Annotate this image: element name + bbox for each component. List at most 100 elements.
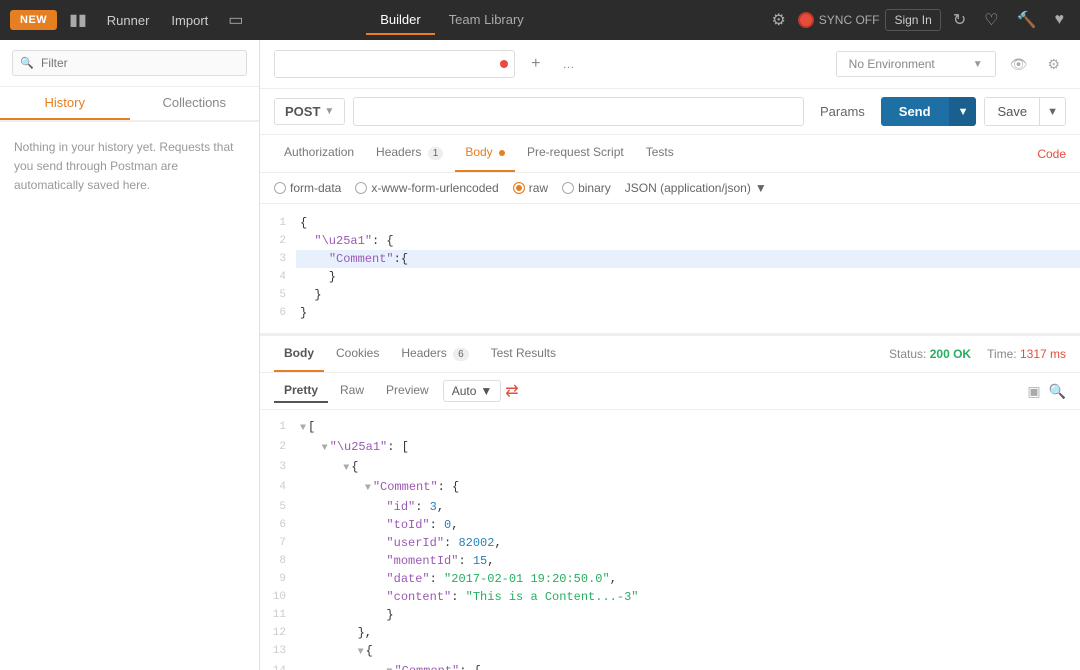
- resp-tab-cookies[interactable]: Cookies: [326, 336, 389, 372]
- code-line-2: 2 "\u25a1": {: [260, 232, 1080, 250]
- resp-tab-headers[interactable]: Headers 6: [391, 336, 478, 372]
- sidebar-empty-message: Nothing in your history yet. Requests th…: [14, 138, 245, 196]
- code-line-1: 1 {: [260, 214, 1080, 232]
- raw-option[interactable]: raw: [513, 181, 548, 195]
- body-dot: [499, 150, 505, 156]
- settings-icon-btn[interactable]: ⚙: [765, 6, 791, 34]
- binary-radio[interactable]: [562, 182, 574, 194]
- new-button[interactable]: NEW: [10, 10, 57, 30]
- json-type-selector[interactable]: JSON (application/json) ▼: [625, 181, 767, 195]
- env-gear-button[interactable]: ⚙: [1041, 52, 1066, 77]
- fmt-tab-raw[interactable]: Raw: [330, 379, 374, 403]
- save-button[interactable]: Save: [985, 98, 1039, 125]
- toolbar: NEW ▮▮ Runner Import ▭ Builder Team Libr…: [0, 0, 1080, 40]
- params-button[interactable]: Params: [812, 99, 873, 124]
- refresh-icon-btn[interactable]: ↻: [947, 6, 972, 34]
- right-toolbar: ⚙ SYNC OFF Sign In ↻ ♡ 🔨 ♥: [765, 6, 1070, 34]
- status-info: Status: 200 OK Time: 1317 ms: [889, 347, 1066, 361]
- status-value: 200 OK: [930, 347, 971, 361]
- url-bar: http://localhost:808 + … No Environment …: [260, 40, 1080, 89]
- wrench-icon-btn[interactable]: 🔨: [1011, 6, 1043, 34]
- env-label: No Environment: [849, 57, 935, 71]
- method-label: POST: [285, 104, 320, 119]
- fmt-tab-pretty[interactable]: Pretty: [274, 379, 328, 403]
- add-tab-button[interactable]: +: [523, 51, 548, 77]
- resp-line-8: 8 "momentId": 15,: [260, 552, 1080, 570]
- sync-dot: [798, 12, 814, 28]
- wrap-icon[interactable]: ⇄: [505, 381, 518, 401]
- status-label: Status: 200 OK: [889, 347, 971, 361]
- urlencoded-option[interactable]: x-www-form-urlencoded: [355, 181, 498, 195]
- resp-line-14: 14 ▼"Comment": {: [260, 662, 1080, 670]
- sync-btn[interactable]: SYNC OFF: [798, 12, 880, 28]
- body-options: form-data x-www-form-urlencoded raw bina…: [260, 173, 1080, 204]
- center-tabs: Builder Team Library: [366, 6, 538, 35]
- resp-line-4: 4 ▼"Comment": {: [260, 478, 1080, 498]
- resp-line-1: 1 ▼[: [260, 418, 1080, 438]
- resp-line-10: 10 "content": "This is a Content...-3": [260, 588, 1080, 606]
- builder-tab[interactable]: Builder: [366, 6, 434, 35]
- main-layout: 🔍 History Collections Nothing in your hi…: [0, 40, 1080, 670]
- code-line-3: 3 "Comment":{: [260, 250, 1080, 268]
- request-tabs: Authorization Headers 1 Body Pre-request…: [260, 135, 1080, 173]
- copy-icon[interactable]: ▣: [1027, 383, 1040, 400]
- right-panel: http://localhost:808 + … No Environment …: [260, 40, 1080, 670]
- resp-line-13: 13 ▼{: [260, 642, 1080, 662]
- request-url-row: POST ▼ http://localhost:8080/get Params …: [260, 89, 1080, 135]
- resp-line-5: 5 "id": 3,: [260, 498, 1080, 516]
- env-chevron-icon: ▼: [973, 59, 983, 70]
- code-editor[interactable]: 1 { 2 "\u25a1": { 3 "Comment":{ 4 } 5 }: [260, 204, 1080, 334]
- main-url-input[interactable]: http://localhost:8080/get: [353, 97, 804, 126]
- headers-badge: 1: [428, 147, 444, 160]
- code-line-6: 6 }: [260, 304, 1080, 322]
- import-button[interactable]: Import: [163, 9, 216, 32]
- form-data-label: form-data: [290, 181, 341, 195]
- url-input-wrap: http://localhost:808: [274, 50, 515, 78]
- send-dropdown-button[interactable]: ▼: [949, 97, 977, 126]
- bell-icon-btn[interactable]: ♡: [978, 6, 1004, 34]
- binary-label: binary: [578, 181, 611, 195]
- form-data-option[interactable]: form-data: [274, 181, 341, 195]
- sync-label: SYNC OFF: [819, 13, 880, 27]
- runner-button[interactable]: Runner: [99, 9, 158, 32]
- resp-line-11: 11 }: [260, 606, 1080, 624]
- save-dropdown-button[interactable]: ▼: [1039, 98, 1065, 125]
- sidebar-toggle-button[interactable]: ▮▮: [63, 6, 93, 34]
- tab-body[interactable]: Body: [455, 135, 515, 172]
- resp-line-3: 3 ▼{: [260, 458, 1080, 478]
- method-selector[interactable]: POST ▼: [274, 98, 345, 125]
- send-button[interactable]: Send: [881, 97, 949, 126]
- binary-option[interactable]: binary: [562, 181, 611, 195]
- url-tab-input[interactable]: http://localhost:808: [275, 51, 494, 77]
- fmt-tab-preview[interactable]: Preview: [376, 379, 439, 403]
- auto-chevron-icon: ▼: [480, 384, 492, 398]
- tab-prerequest[interactable]: Pre-request Script: [517, 135, 634, 172]
- sidebar-tab-collections[interactable]: Collections: [130, 87, 260, 120]
- screen-toggle-button[interactable]: ▭: [222, 6, 249, 34]
- raw-radio[interactable]: [513, 182, 525, 194]
- env-eye-button[interactable]: 👁: [1004, 52, 1034, 77]
- code-link[interactable]: Code: [1037, 147, 1066, 161]
- form-data-radio[interactable]: [274, 182, 286, 194]
- tab-authorization[interactable]: Authorization: [274, 135, 364, 172]
- auto-label: Auto: [452, 384, 477, 398]
- resp-tab-test-results[interactable]: Test Results: [481, 336, 566, 372]
- environment-select[interactable]: No Environment ▼: [836, 51, 996, 77]
- filter-input[interactable]: [12, 50, 247, 76]
- sidebar-tab-history[interactable]: History: [0, 87, 130, 120]
- save-button-wrap: Save ▼: [984, 97, 1066, 126]
- urlencoded-radio[interactable]: [355, 182, 367, 194]
- signin-button[interactable]: Sign In: [885, 9, 940, 31]
- resp-tab-body[interactable]: Body: [274, 336, 324, 372]
- auto-format-select[interactable]: Auto ▼: [443, 380, 502, 402]
- team-library-tab[interactable]: Team Library: [435, 6, 538, 35]
- tab-headers[interactable]: Headers 1: [366, 135, 453, 172]
- urlencoded-label: x-www-form-urlencoded: [371, 181, 498, 195]
- response-body[interactable]: 1 ▼[ 2 ▼"\u25a1": [ 3 ▼{ 4 ▼"Comment": {: [260, 410, 1080, 670]
- heart-icon-btn[interactable]: ♥: [1048, 7, 1070, 33]
- tab-tests[interactable]: Tests: [636, 135, 684, 172]
- time-value: 1317 ms: [1020, 347, 1066, 361]
- more-tabs-button[interactable]: …: [557, 53, 581, 75]
- search-response-icon[interactable]: 🔍: [1049, 383, 1066, 400]
- code-line-4: 4 }: [260, 268, 1080, 286]
